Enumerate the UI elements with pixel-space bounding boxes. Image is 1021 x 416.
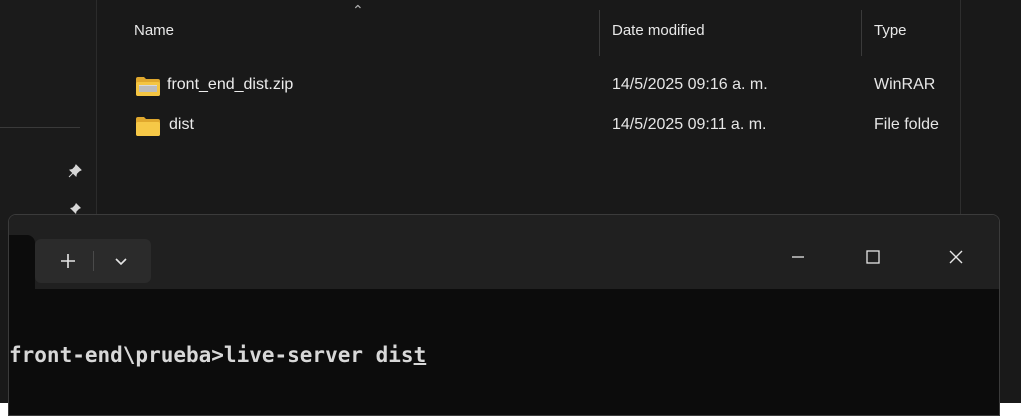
file-name: front_end_dist.zip	[167, 76, 294, 93]
sort-indicator-icon: ⌃	[352, 2, 364, 18]
minimize-icon	[792, 256, 804, 258]
maximize-button[interactable]	[850, 239, 896, 275]
tab-dropdown-button[interactable]	[99, 239, 143, 283]
file-date: 14/5/2025 09:16 a. m.	[612, 76, 768, 93]
file-row[interactable]: dist 14/5/2025 09:11 a. m. File folde	[97, 112, 967, 140]
column-header-date-modified[interactable]: Date modified	[612, 22, 705, 39]
pin-icon[interactable]	[68, 164, 82, 178]
file-name: dist	[169, 116, 194, 133]
zip-archive-icon	[135, 75, 161, 97]
close-button[interactable]	[933, 239, 979, 275]
terminal-window: front-end\prueba>live-server dist	[8, 214, 1000, 416]
nav-divider	[0, 127, 80, 128]
new-tab-button[interactable]	[53, 239, 83, 283]
file-row[interactable]: front_end_dist.zip 14/5/2025 09:16 a. m.…	[97, 72, 967, 100]
command-line[interactable]: front-end\prueba>live-server dist	[9, 343, 426, 367]
terminal-tab-bar	[9, 215, 999, 291]
column-header-name[interactable]: Name	[134, 22, 174, 39]
tab-actions-divider	[93, 251, 94, 271]
file-date: 14/5/2025 09:11 a. m.	[612, 116, 767, 133]
column-header-type[interactable]: Type	[874, 22, 907, 39]
maximize-icon	[866, 250, 880, 264]
file-type: File folde	[874, 116, 939, 133]
plus-icon	[61, 254, 75, 268]
terminal-active-tab[interactable]	[9, 235, 35, 291]
cursor: t	[413, 343, 427, 367]
navigation-pane	[0, 0, 97, 230]
close-icon	[949, 250, 963, 264]
folder-icon	[135, 115, 161, 137]
file-type: WinRAR	[874, 76, 936, 93]
tab-actions	[35, 239, 151, 283]
chevron-down-icon	[115, 258, 127, 266]
command-text: front-end\prueba>live-server dis	[9, 343, 414, 367]
column-separator[interactable]	[861, 10, 862, 56]
column-separator[interactable]	[599, 10, 600, 56]
minimize-button[interactable]	[775, 239, 821, 275]
